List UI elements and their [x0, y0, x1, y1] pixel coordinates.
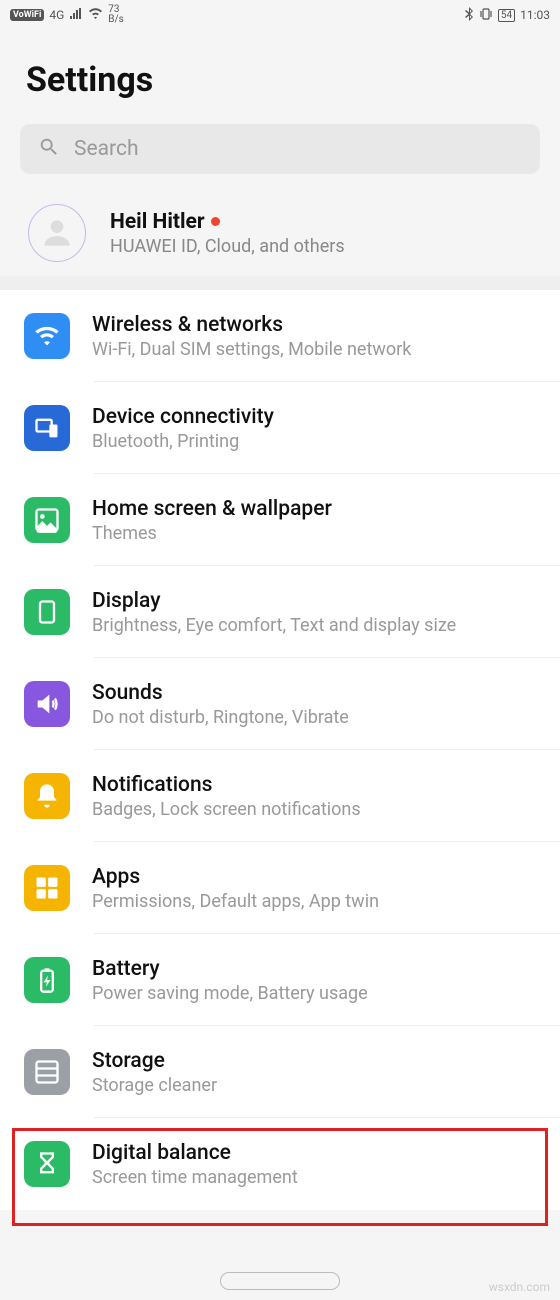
page-header: Settings — [0, 30, 560, 124]
battery-icon — [24, 957, 70, 1003]
wifi-icon — [24, 313, 70, 359]
display-icon — [24, 589, 70, 635]
row-title: Storage — [92, 1049, 540, 1073]
row-subtitle: Permissions, Default apps, App twin — [92, 891, 540, 912]
row-subtitle: Brightness, Eye comfort, Text and displa… — [92, 615, 540, 636]
data-rate: 73 B/s — [108, 5, 124, 25]
sound-icon — [24, 681, 70, 727]
row-title: Home screen & wallpaper — [92, 497, 540, 521]
network-type: 4G — [49, 8, 64, 22]
wifi-icon — [88, 8, 103, 23]
row-title: Device connectivity — [92, 405, 540, 429]
settings-row-image[interactable]: Home screen & wallpaper Themes — [0, 474, 560, 566]
settings-row-sound[interactable]: Sounds Do not disturb, Ringtone, Vibrate — [0, 658, 560, 750]
status-left: VoWiFi 4G 73 B/s — [10, 5, 124, 25]
status-bar: VoWiFi 4G 73 B/s 54 11:03 — [0, 0, 560, 30]
settings-row-hourglass[interactable]: Digital balance Screen time management — [0, 1118, 560, 1210]
notification-dot — [211, 217, 220, 226]
battery-indicator: 54 — [498, 9, 515, 22]
row-title: Digital balance — [92, 1141, 540, 1165]
bell-icon — [24, 773, 70, 819]
clock: 11:03 — [520, 8, 550, 22]
settings-row-display[interactable]: Display Brightness, Eye comfort, Text an… — [0, 566, 560, 658]
bluetooth-icon — [464, 7, 474, 24]
settings-row-battery[interactable]: Battery Power saving mode, Battery usage — [0, 934, 560, 1026]
signal-icon — [69, 8, 83, 23]
section-divider — [0, 276, 560, 290]
row-text: Digital balance Screen time management — [92, 1141, 540, 1188]
row-subtitle: Themes — [92, 523, 540, 544]
row-text: Wireless & networks Wi-Fi, Dual SIM sett… — [92, 313, 540, 360]
search-icon — [38, 136, 60, 162]
row-text: Device connectivity Bluetooth, Printing — [92, 405, 540, 452]
row-title: Display — [92, 589, 540, 613]
status-right: 54 11:03 — [464, 7, 550, 24]
storage-icon — [24, 1049, 70, 1095]
row-text: Home screen & wallpaper Themes — [92, 497, 540, 544]
row-text: Sounds Do not disturb, Ringtone, Vibrate — [92, 681, 540, 728]
row-subtitle: Power saving mode, Battery usage — [92, 983, 540, 1004]
account-subtitle: HUAWEI ID, Cloud, and others — [110, 236, 540, 257]
devices-icon — [24, 405, 70, 451]
settings-row-bell[interactable]: Notifications Badges, Lock screen notifi… — [0, 750, 560, 842]
settings-row-apps[interactable]: Apps Permissions, Default apps, App twin — [0, 842, 560, 934]
row-title: Battery — [92, 957, 540, 981]
apps-icon — [24, 865, 70, 911]
watermark: wsxdn.com — [489, 1280, 550, 1294]
nav-bar — [0, 1272, 560, 1290]
settings-row-wifi[interactable]: Wireless & networks Wi-Fi, Dual SIM sett… — [0, 290, 560, 382]
row-text: Display Brightness, Eye comfort, Text an… — [92, 589, 540, 636]
row-subtitle: Bluetooth, Printing — [92, 431, 540, 452]
account-text: Heil Hitler HUAWEI ID, Cloud, and others — [110, 210, 540, 257]
row-text: Notifications Badges, Lock screen notifi… — [92, 773, 540, 820]
avatar — [28, 204, 86, 262]
row-title: Sounds — [92, 681, 540, 705]
row-subtitle: Wi-Fi, Dual SIM settings, Mobile network — [92, 339, 540, 360]
account-name: Heil Hitler — [110, 210, 540, 234]
account-row[interactable]: Heil Hitler HUAWEI ID, Cloud, and others — [0, 190, 560, 276]
vibrate-icon — [479, 7, 493, 24]
settings-list: Wireless & networks Wi-Fi, Dual SIM sett… — [0, 290, 560, 1210]
row-subtitle: Do not disturb, Ringtone, Vibrate — [92, 707, 540, 728]
vowifi-badge: VoWiFi — [10, 9, 44, 21]
settings-row-storage[interactable]: Storage Storage cleaner — [0, 1026, 560, 1118]
row-title: Wireless & networks — [92, 313, 540, 337]
row-subtitle: Screen time management — [92, 1167, 540, 1188]
row-text: Storage Storage cleaner — [92, 1049, 540, 1096]
row-subtitle: Storage cleaner — [92, 1075, 540, 1096]
home-pill[interactable] — [220, 1272, 340, 1290]
row-title: Apps — [92, 865, 540, 889]
row-text: Battery Power saving mode, Battery usage — [92, 957, 540, 1004]
page-title: Settings — [26, 60, 534, 100]
hourglass-icon — [24, 1141, 70, 1187]
search-input[interactable]: Search — [20, 124, 540, 174]
row-text: Apps Permissions, Default apps, App twin — [92, 865, 540, 912]
settings-row-devices[interactable]: Device connectivity Bluetooth, Printing — [0, 382, 560, 474]
row-subtitle: Badges, Lock screen notifications — [92, 799, 540, 820]
search-placeholder: Search — [74, 137, 139, 161]
row-title: Notifications — [92, 773, 540, 797]
image-icon — [24, 497, 70, 543]
